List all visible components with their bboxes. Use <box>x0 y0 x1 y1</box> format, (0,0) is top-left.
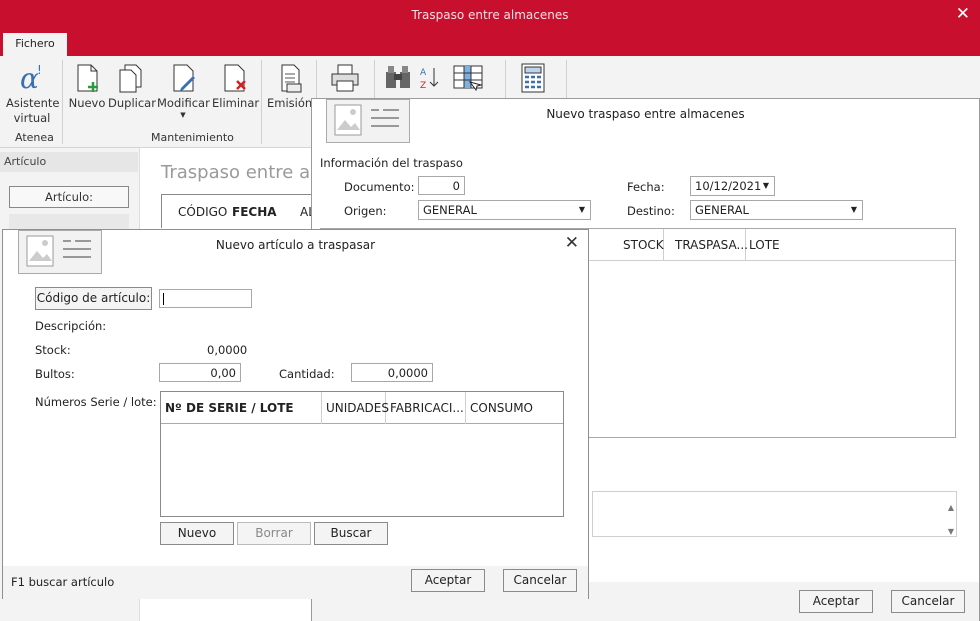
borrar-serie-button[interactable]: Borrar <box>237 522 311 545</box>
emision-button[interactable]: Emisión <box>267 62 313 111</box>
column-unidades[interactable]: UNIDADES <box>322 392 389 424</box>
image-placeholder-icon <box>326 99 410 143</box>
origen-value: GENERAL <box>423 203 477 217</box>
buscar-serie-button[interactable]: Buscar <box>314 522 388 545</box>
modificar-button[interactable]: Modificar ▼ <box>157 62 210 119</box>
stock-value: 0,0000 <box>207 343 248 357</box>
table-columns-icon <box>453 65 483 92</box>
group-mantenimiento: Mantenimiento <box>151 131 234 144</box>
observaciones-field[interactable]: ▲ ▼ <box>592 491 957 537</box>
nuevo-button[interactable]: Nuevo <box>68 62 106 111</box>
codigo-articulo-input[interactable] <box>159 289 252 308</box>
stock-label: Stock: <box>35 343 71 357</box>
chevron-down-icon: ▼ <box>850 205 857 214</box>
cantidad-label: Cantidad: <box>279 367 335 381</box>
chevron-down-icon: ▼ <box>578 205 585 214</box>
column-traspasa[interactable]: TRASPASA... <box>671 229 748 261</box>
image-placeholder-icon <box>18 230 102 274</box>
group-atenea: Atenea <box>15 131 54 144</box>
scrollbar[interactable]: ▲ ▼ <box>948 496 954 544</box>
dialog-footer: F1 buscar artículo Aceptar Cancelar <box>3 566 588 599</box>
close-icon[interactable]: ✕ <box>956 4 970 24</box>
documento-field[interactable]: 0 <box>418 176 465 195</box>
cancel-button[interactable]: Cancelar <box>891 590 965 613</box>
column-stock[interactable]: STOCK <box>619 229 664 261</box>
duplicar-label: Duplicar <box>108 96 156 110</box>
ribbon-tabs: Fichero <box>0 32 980 56</box>
fecha-picker[interactable]: 10/12/2021 ▼ <box>690 176 775 196</box>
search-button[interactable] <box>381 62 415 96</box>
article-dialog: Nuevo artículo a traspasar ✕ Código de a… <box>2 229 589 599</box>
bultos-label: Bultos: <box>35 367 75 381</box>
column-codigo[interactable]: CÓDIGO <box>178 205 227 219</box>
series-label: Números Serie / lote: <box>35 395 157 409</box>
codigo-articulo-button[interactable]: Código de artículo: <box>35 287 152 310</box>
destino-select[interactable]: GENERAL ▼ <box>690 200 863 220</box>
column-fabricacion[interactable]: FABRICACI... <box>386 392 466 424</box>
column-lote[interactable]: LOTE <box>745 229 805 261</box>
print-button[interactable] <box>327 62 363 96</box>
page-title: Traspaso entre alm <box>161 162 333 183</box>
svg-text:!: ! <box>37 63 42 77</box>
tab-fichero[interactable]: Fichero <box>3 33 67 56</box>
alpha-icon: α! <box>20 62 42 94</box>
accept-button[interactable]: Aceptar <box>799 590 873 613</box>
fecha-label: Fecha: <box>627 180 665 194</box>
nuevo-serie-button[interactable]: Nuevo <box>160 522 234 545</box>
article-dialog-title: Nuevo artículo a traspasar <box>215 238 376 252</box>
origen-select[interactable]: GENERAL ▼ <box>418 200 591 220</box>
transfer-dialog-title: Nuevo traspaso entre almacenes <box>546 107 745 121</box>
duplicar-button[interactable]: Duplicar <box>108 62 156 111</box>
delete-icon <box>224 64 246 92</box>
column-consumo[interactable]: CONSUMO <box>466 392 563 424</box>
svg-text:Z: Z <box>420 81 426 91</box>
asistente-virtual-button[interactable]: α! Asistente virtual <box>6 62 60 126</box>
cantidad-field[interactable]: 0,0000 <box>351 363 433 382</box>
sort-az-icon: AZ <box>420 68 439 91</box>
chevron-down-icon: ▼ <box>180 111 186 119</box>
hint-text: F1 buscar artículo <box>11 575 115 589</box>
svg-text:A: A <box>420 68 427 78</box>
articulo-filter-button[interactable]: Artículo: <box>9 186 129 208</box>
column-fecha[interactable]: FECHA <box>232 205 277 219</box>
close-icon[interactable]: ✕ <box>565 233 579 253</box>
descripcion-label: Descripción: <box>35 319 107 333</box>
columns-button[interactable] <box>450 62 486 96</box>
left-pane-header: Artículo <box>0 152 138 172</box>
modificar-label: Modificar <box>157 96 210 110</box>
cancel-button[interactable]: Cancelar <box>503 569 577 592</box>
column-numero-serie[interactable]: Nº DE SERIE / LOTE <box>161 392 322 424</box>
binoculars-icon <box>386 66 410 88</box>
emision-label: Emisión <box>267 96 313 110</box>
chevron-down-icon: ▼ <box>762 181 769 190</box>
printer-icon <box>331 64 359 92</box>
origen-label: Origen: <box>344 204 387 218</box>
duplicate-icon <box>119 64 142 93</box>
accept-button[interactable]: Aceptar <box>411 569 485 592</box>
title-bar: Traspaso entre almacenes ✕ <box>0 0 980 32</box>
new-document-icon <box>77 64 98 92</box>
asistente-label: Asistente virtual <box>6 96 60 125</box>
grid-header: Nº DE SERIE / LOTE UNIDADES FABRICACI...… <box>161 392 563 424</box>
destino-value: GENERAL <box>695 203 749 217</box>
text-cursor <box>163 293 164 305</box>
calculator-button[interactable] <box>515 62 551 96</box>
section-title: Información del traspaso <box>320 156 463 170</box>
bultos-field[interactable]: 0,00 <box>159 363 241 382</box>
fecha-value: 10/12/2021 <box>695 179 762 193</box>
nuevo-label: Nuevo <box>68 96 106 110</box>
sort-button[interactable]: AZ <box>417 62 441 96</box>
edit-icon <box>173 64 195 92</box>
destino-label: Destino: <box>627 204 675 218</box>
eliminar-label: Eliminar <box>212 96 260 110</box>
eliminar-button[interactable]: Eliminar <box>212 62 260 111</box>
documento-label: Documento: <box>344 180 415 194</box>
calculator-icon <box>521 63 545 93</box>
separator <box>62 60 63 144</box>
document-print-icon <box>281 64 302 93</box>
window-title: Traspaso entre almacenes <box>411 8 569 22</box>
separator <box>261 60 262 144</box>
series-grid[interactable]: Nº DE SERIE / LOTE UNIDADES FABRICACI...… <box>160 391 564 517</box>
